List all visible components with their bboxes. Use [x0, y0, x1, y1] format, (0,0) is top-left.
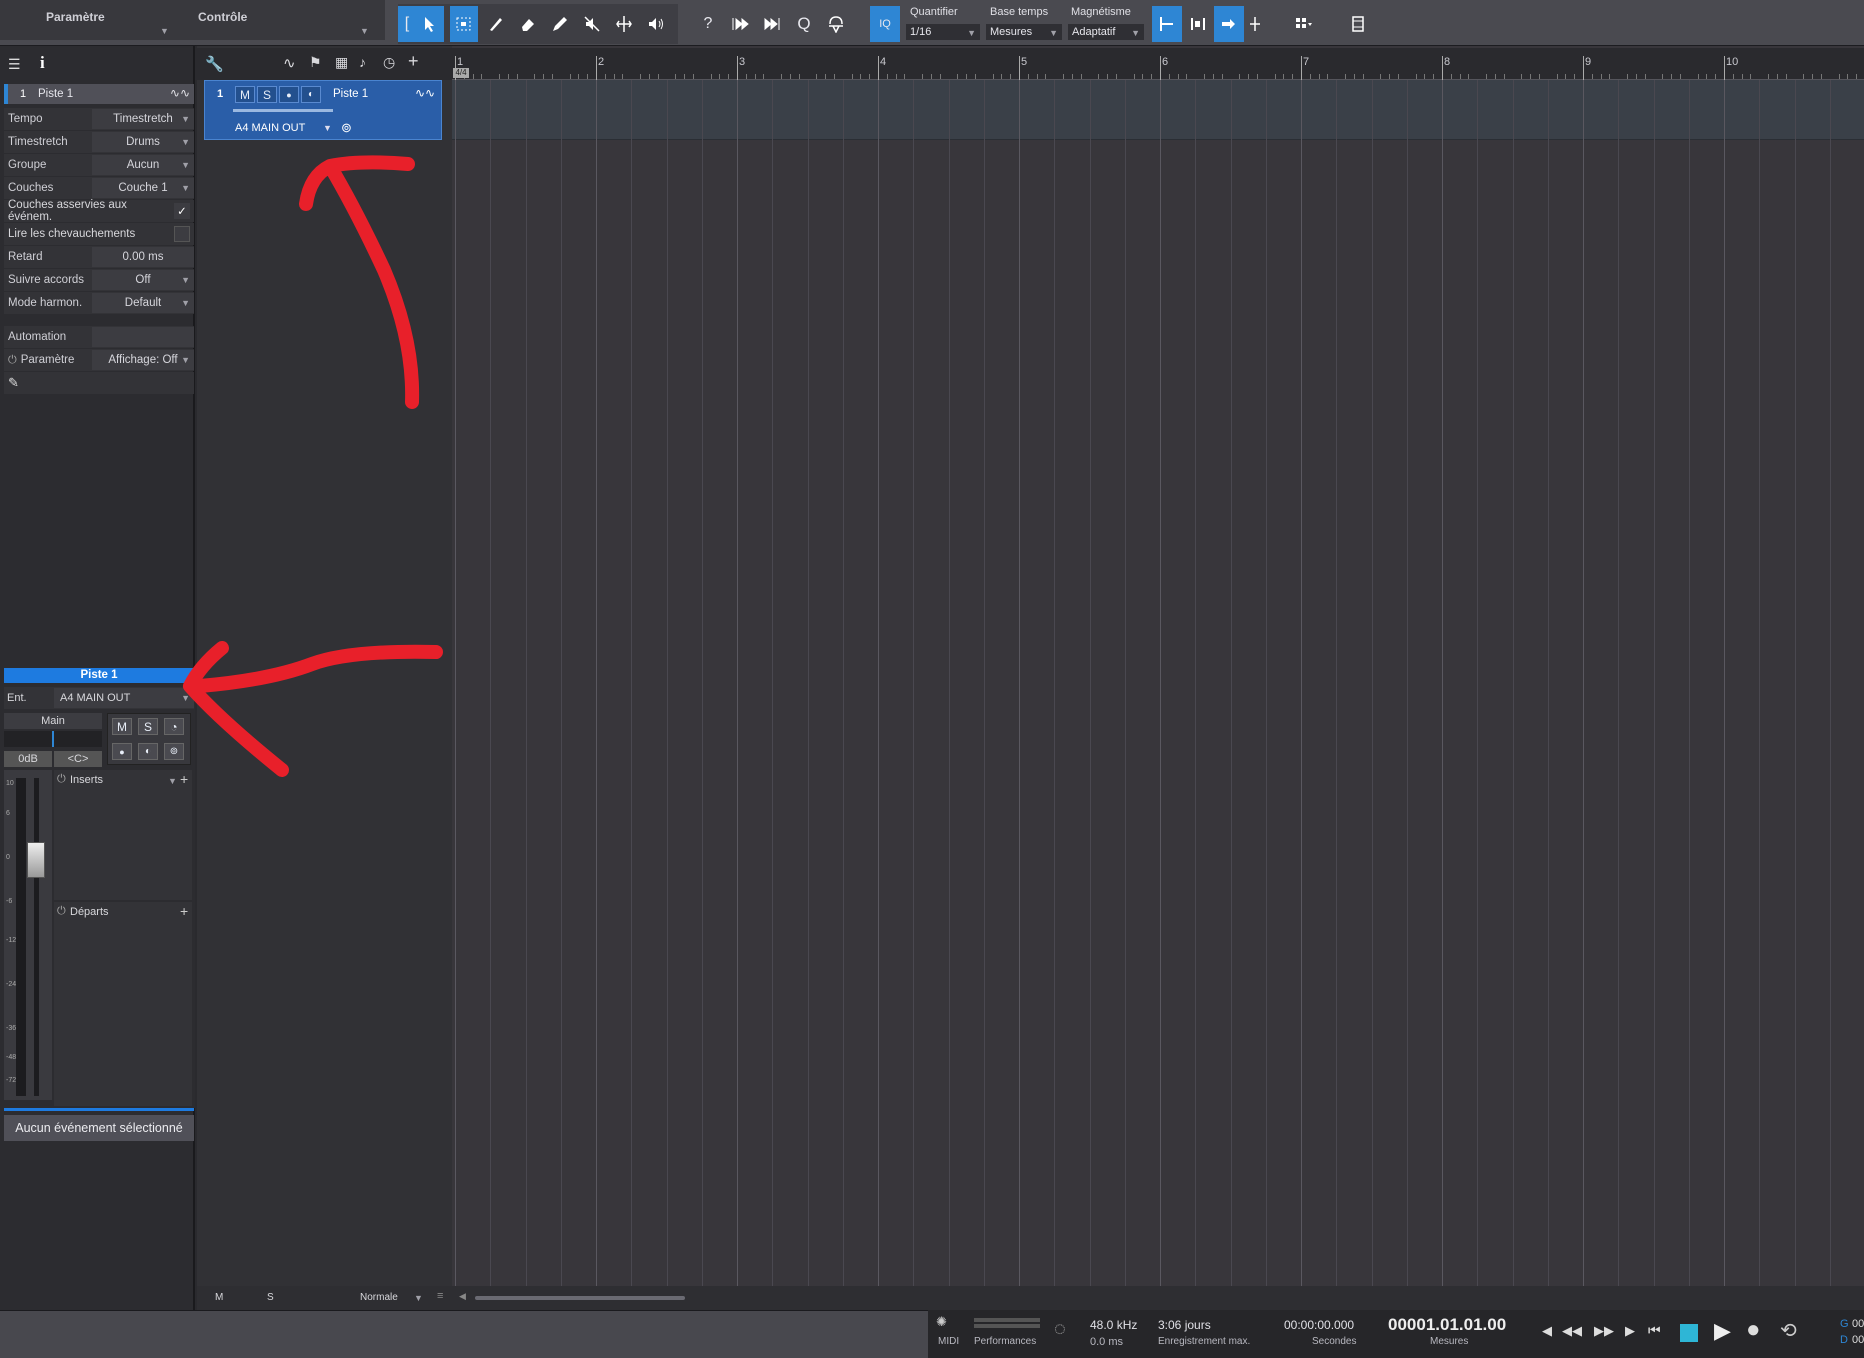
annotation-overlay	[183, 155, 443, 777]
annotation-arrow-up	[299, 155, 420, 409]
annotation-arrow-left	[183, 641, 443, 777]
